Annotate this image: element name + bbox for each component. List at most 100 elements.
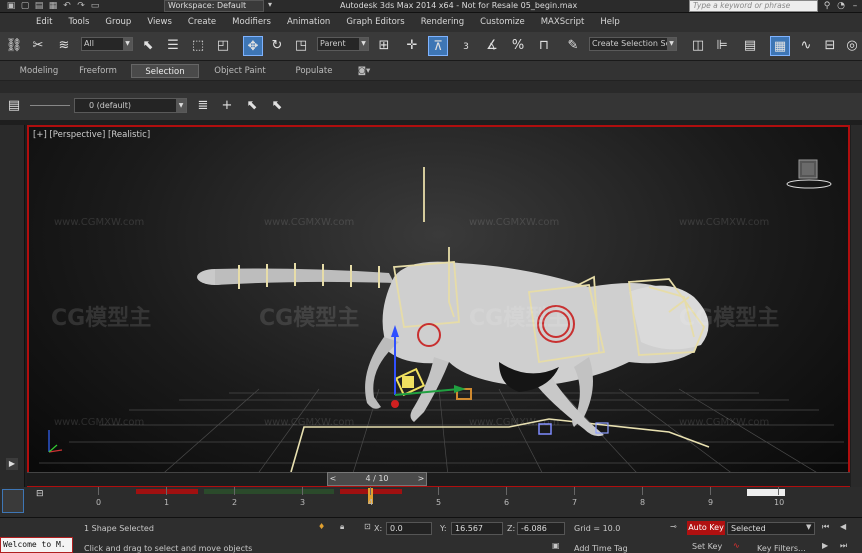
time-tag-icon[interactable]: ▣ (552, 541, 560, 550)
time-slider[interactable]: < 4 / 10 > (327, 472, 427, 486)
schematic-view-icon[interactable]: ⊟ (820, 36, 840, 56)
key-icon[interactable]: ∿ (733, 541, 740, 550)
select-and-scale-icon[interactable]: ◳ (291, 36, 311, 56)
selection-filter-dropdown[interactable]: All ▼ (81, 37, 133, 51)
chevron-down-icon[interactable]: ▾ (268, 0, 272, 9)
percent-snap-icon[interactable]: % (508, 36, 528, 56)
material-editor-icon[interactable]: ◎ (842, 36, 862, 56)
create-layer-icon[interactable]: + (217, 96, 237, 116)
align-icon[interactable]: ⊫ (712, 36, 732, 56)
absolute-mode-icon[interactable]: ⊡ (364, 522, 371, 531)
select-manipulate-icon[interactable]: ✛ (402, 36, 422, 56)
minimize-icon[interactable]: – (848, 0, 862, 12)
search-icon[interactable]: ⚲ (820, 0, 834, 12)
add-time-tag-button[interactable]: Add Time Tag (574, 544, 628, 553)
menu-maxscript[interactable]: MAXScript (533, 13, 593, 32)
lock-selection-icon[interactable]: 🔒︎ (340, 522, 344, 532)
spinner-snap-icon[interactable]: ⊓ (534, 36, 554, 56)
tab-freeform[interactable]: Freeform (72, 64, 124, 78)
snap-toggle-icon[interactable]: 3 (456, 36, 476, 56)
current-layer-dropdown[interactable]: 0 (default) ▼ (74, 98, 187, 113)
layer-stack-icon[interactable]: ≣ (193, 96, 213, 116)
chevron-left-icon[interactable]: < (328, 473, 338, 485)
maxscript-listener[interactable]: Welcome to M. (0, 537, 73, 553)
menu-animation[interactable]: Animation (279, 13, 338, 32)
new-file-icon[interactable]: ▢ (20, 1, 30, 11)
select-by-name-icon[interactable]: ☰ (163, 36, 183, 56)
app-menu-icon[interactable]: ▣ (6, 1, 16, 11)
key-filters-button[interactable]: Key Filters... (757, 544, 806, 553)
go-to-start-icon[interactable]: ⏮ (822, 522, 829, 532)
mirror-icon[interactable]: ◫ (688, 36, 708, 56)
previous-frame-icon[interactable]: ◀ (840, 522, 846, 531)
window-crossing-icon[interactable]: ◰ (213, 36, 233, 56)
auto-key-button[interactable]: Auto Key (687, 521, 725, 535)
layer-manager-icon[interactable]: ▤ (740, 36, 760, 56)
select-layer-icon[interactable]: ⬉ (267, 96, 287, 116)
save-icon[interactable]: ▦ (48, 1, 58, 11)
menu-tools[interactable]: Tools (60, 13, 97, 32)
menu-customize[interactable]: Customize (472, 13, 533, 32)
redo-icon[interactable]: ↷ (76, 1, 86, 11)
time-slider-track[interactable] (27, 472, 850, 486)
chevron-down-icon: ▼ (123, 38, 132, 50)
named-selection-dropdown[interactable]: Create Selection Se ▼ (589, 37, 677, 51)
workspace-dropdown[interactable]: Workspace: Default (164, 0, 264, 12)
mini-curve-editor-toggle[interactable] (2, 489, 24, 513)
bind-space-warp-icon[interactable]: ≋ (54, 36, 74, 56)
viewcube[interactable] (786, 159, 832, 189)
chevron-right-icon[interactable]: > (416, 473, 426, 485)
tab-selection[interactable]: Selection (131, 64, 199, 78)
select-object-icon[interactable]: ⬉ (138, 36, 158, 56)
mini-curve-icon[interactable]: ⊟ (36, 489, 44, 499)
cheetah-tail[interactable] (197, 263, 394, 289)
project-folder-icon[interactable]: ▭ (90, 1, 100, 11)
reference-coordinate-dropdown[interactable]: Parent ▼ (317, 37, 369, 51)
tab-populate[interactable]: Populate (282, 64, 346, 78)
tab-modeling[interactable]: Modeling (14, 64, 64, 78)
user-icon[interactable]: ◔ (834, 0, 848, 12)
menu-create[interactable]: Create (180, 13, 224, 32)
tick-label: 1 (164, 498, 170, 507)
svg-text:CG模型主: CG模型主 (51, 306, 151, 331)
play-icon[interactable]: ▶ (6, 458, 18, 470)
y-coordinate-field[interactable]: 16.567 (451, 522, 503, 535)
set-key-button[interactable]: Set Key (692, 542, 722, 551)
menu-views[interactable]: Views (139, 13, 180, 32)
angle-snap-icon[interactable]: ∡ (482, 36, 502, 56)
add-to-layer-icon[interactable]: ⬉ (242, 96, 262, 116)
go-to-end-icon[interactable]: ⏭ (840, 541, 847, 551)
menu-rendering[interactable]: Rendering (413, 13, 472, 32)
viewport-label-menu[interactable]: [+] [Perspective] [Realistic] (33, 130, 150, 140)
tick-label: 9 (708, 498, 714, 507)
help-search-input[interactable]: Type a keyword or phrase (689, 0, 818, 12)
undo-icon[interactable]: ↶ (62, 1, 72, 11)
selection-set-dropdown[interactable]: Selected (727, 522, 815, 535)
menu-modifiers[interactable]: Modifiers (224, 13, 279, 32)
next-frame-icon[interactable]: ▶ (822, 541, 828, 550)
open-file-icon[interactable]: ▤ (34, 1, 44, 11)
track-bar[interactable]: ⊟ 0 1 2 3 4 5 6 7 8 9 10 (0, 487, 862, 517)
menu-group[interactable]: Group (97, 13, 139, 32)
edit-named-selection-icon[interactable]: ✎ (563, 36, 583, 56)
menu-graph-editors[interactable]: Graph Editors (338, 13, 412, 32)
rectangular-selection-icon[interactable]: ⬚ (188, 36, 208, 56)
link-icon[interactable]: ⛓ (4, 36, 24, 56)
select-and-rotate-icon[interactable]: ↻ (267, 36, 287, 56)
menu-edit[interactable]: Edit (28, 13, 60, 32)
select-and-move-icon[interactable]: ✥ (243, 36, 263, 56)
perspective-viewport[interactable]: www.CGMXW.com www.CGMXW.com www.CGMXW.co… (27, 125, 850, 488)
isolate-icon[interactable]: ♦ (318, 522, 325, 531)
tab-object-paint[interactable]: Object Paint (207, 64, 273, 78)
menu-help[interactable]: Help (592, 13, 627, 32)
graphite-ribbon-icon[interactable]: ▦ (770, 36, 790, 56)
pivot-center-icon[interactable]: ⊞ (374, 36, 394, 56)
key-mode-icon[interactable]: ⊸ (670, 522, 677, 531)
z-coordinate-field[interactable]: -6.086 (517, 522, 565, 535)
unlink-icon[interactable]: ✂ (28, 36, 48, 56)
layer-explorer-icon[interactable]: ▤ (4, 96, 24, 116)
x-coordinate-field[interactable]: 0.0 (386, 522, 432, 535)
keyboard-shortcut-override-icon[interactable]: ⊼ (428, 36, 448, 56)
curve-editor-icon[interactable]: ∿ (796, 36, 816, 56)
ribbon-options-icon[interactable]: ◙▾ (352, 64, 376, 78)
